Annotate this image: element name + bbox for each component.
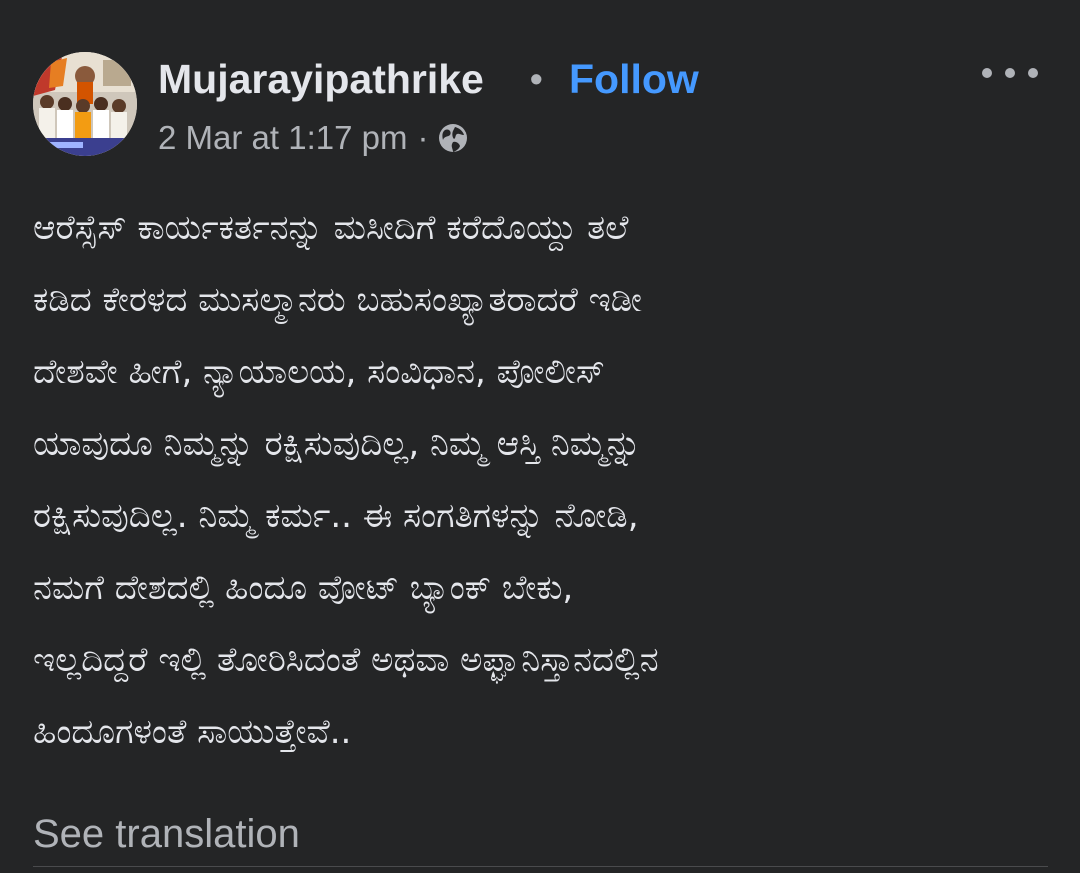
more-dot <box>1028 68 1038 78</box>
post-text-line: ಕಡಿದ ಕೇರಳದ ಮುಸಲ್ಮಾನರು ಬಹುಸಂಖ್ಯಾತರಾದರೆ ಇಡ… <box>33 280 642 320</box>
post-text-line: ರಕ್ಷಿಸುವುದಿಲ್ಲ. ನಿಮ್ಮ ಕರ್ಮ.. ಈ ಸಂಗತಿಗಳನ್… <box>33 496 639 536</box>
page-avatar[interactable] <box>33 52 137 156</box>
post-text-line: ಹಿಂದೂಗಳಂತೆ ಸಾಯುತ್ತೇವೆ.. <box>33 712 352 752</box>
post-card: Mujarayipathrike • Follow 2 Mar at 1:17 … <box>0 0 1080 873</box>
post-text-line: ಆರೆಸ್ಸೆಸ್ ಕಾರ್ಯಕರ್ತನನ್ನು ಮಸೀದಿಗೆ ಕರೆದೊಯ್… <box>33 208 629 248</box>
post-text-line: ನಮಗೆ ದೇಶದಲ್ಲಿ ಹಿಂದೂ ವೋಟ್ ಬ್ಯಾಂಕ್ ಬೇಕು, <box>33 568 574 608</box>
globe-icon[interactable] <box>437 122 469 154</box>
meta-separator: · <box>417 119 429 156</box>
more-dot <box>982 68 992 78</box>
see-translation-link[interactable]: See translation <box>33 810 300 858</box>
divider <box>33 866 1048 867</box>
post-meta: 2 Mar at 1:17 pm · <box>158 118 469 158</box>
post-body: ಆರೆಸ್ಸೆಸ್ ಕಾರ್ಯಕರ್ತನನ್ನು ಮಸೀದಿಗೆ ಕರೆದೊಯ್… <box>33 192 1048 768</box>
post-text-line: ಇಲ್ಲದಿದ್ದರೆ ಇಲ್ಲಿ ತೋರಿಸಿದಂತೆ ಅಥವಾ ಅಫ್ಘಾನ… <box>33 640 659 680</box>
post-timestamp[interactable]: 2 Mar at 1:17 pm <box>158 119 407 157</box>
follow-button[interactable]: Follow <box>569 56 699 102</box>
page-name[interactable]: Mujarayipathrike <box>158 56 484 102</box>
post-text-line: ದೇಶವೇ ಹೀಗೆ, ನ್ಯಾಯಾಲಯ, ಸಂವಿಧಾನ, ಪೋಲೀಸ್ <box>33 352 605 392</box>
more-dot <box>1005 68 1015 78</box>
name-follow-separator: • <box>530 58 543 99</box>
more-options-icon[interactable] <box>982 55 1038 91</box>
post-text-line: ಯಾವುದೂ ನಿಮ್ಮನ್ನು ರಕ್ಷಿಸುವುದಿಲ್ಲ, ನಿಮ್ಮ ಆ… <box>33 424 641 464</box>
avatar-photo <box>33 52 137 156</box>
